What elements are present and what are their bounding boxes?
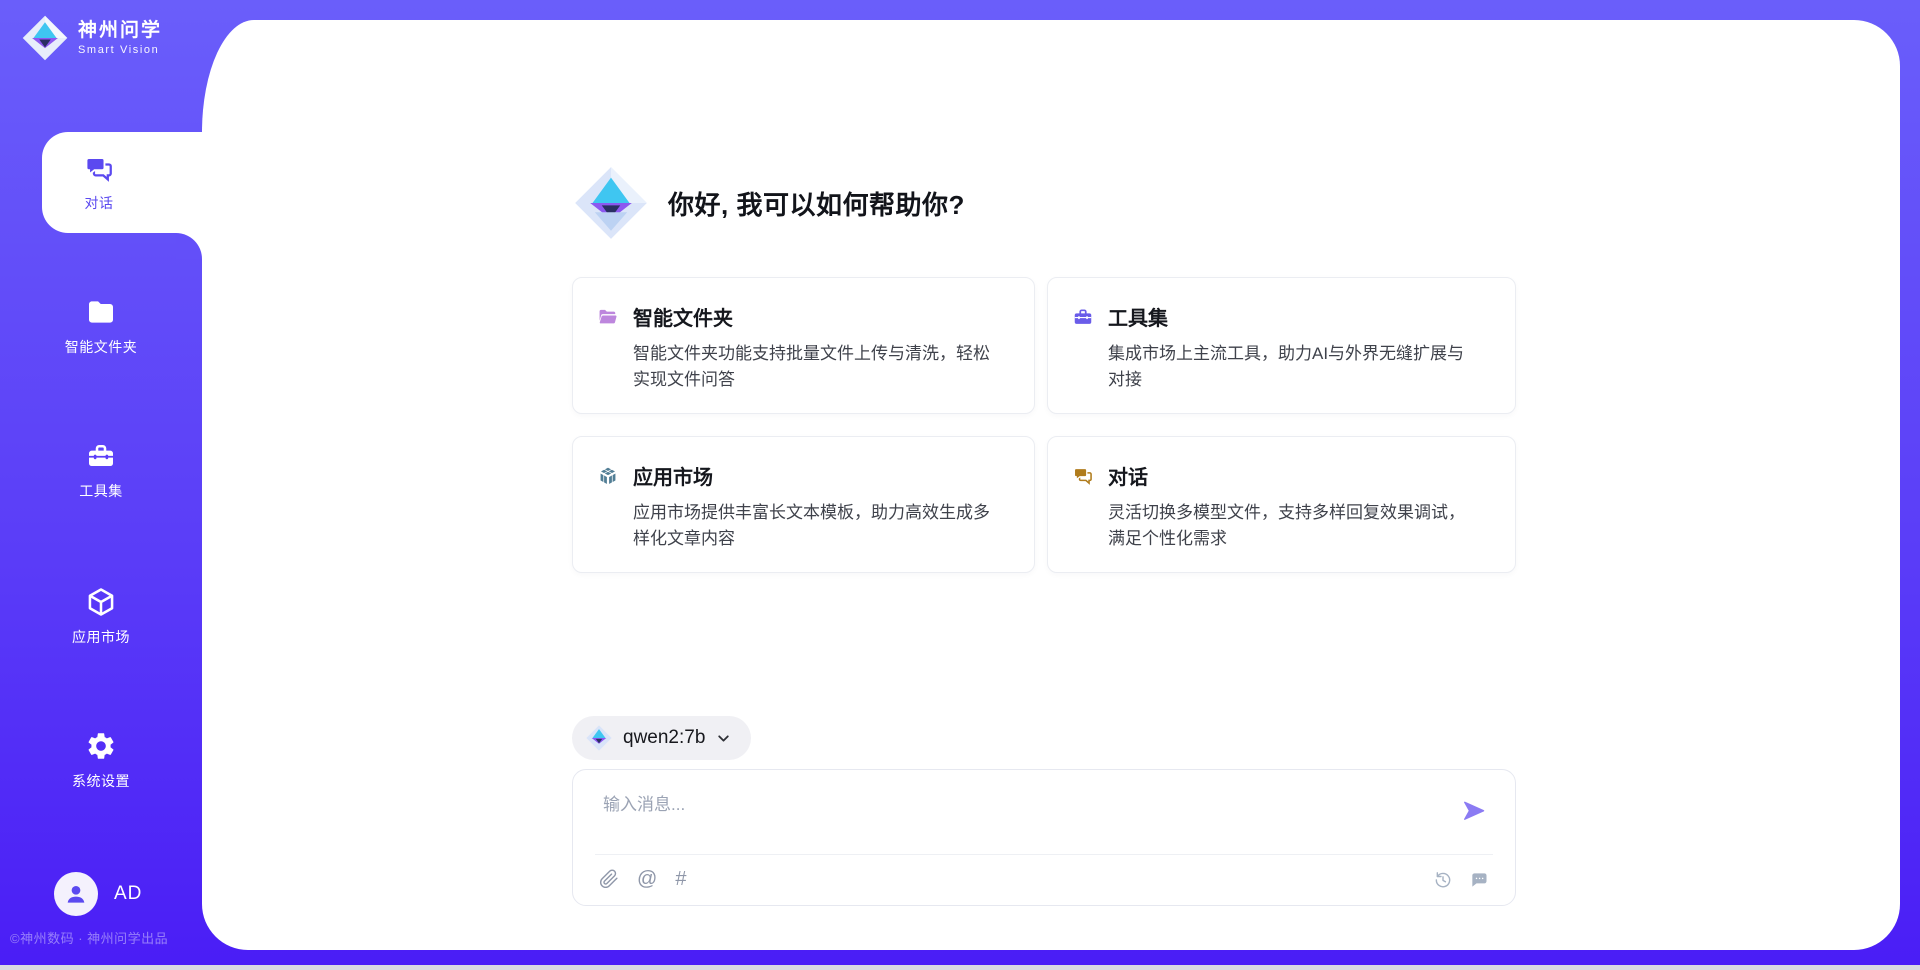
avatar (54, 872, 98, 916)
sidebar-item-smart-folder[interactable]: 智能文件夹 (0, 296, 202, 357)
card-description: 灵活切换多模型文件，支持多样回复效果调试，满足个性化需求 (1108, 500, 1470, 552)
sidebar-item-app-market[interactable]: 应用市场 (0, 586, 202, 647)
message-composer: @ # (572, 769, 1516, 906)
chevron-down-icon (716, 731, 731, 746)
card-description: 集成市场上主流工具，助力AI与外界无缝扩展与对接 (1108, 341, 1470, 393)
history-button[interactable] (1433, 870, 1453, 890)
cube-icon (85, 586, 117, 618)
paperclip-icon (599, 869, 619, 889)
new-chat-button[interactable] (1469, 870, 1489, 890)
card-description: 应用市场提供丰富长文本模板，助力高效生成多样化文章内容 (633, 500, 995, 552)
chat-icon (83, 153, 115, 185)
at-icon: @ (637, 868, 657, 890)
brand-subtitle: Smart Vision (78, 44, 162, 56)
folder-open-icon (597, 306, 619, 328)
brand-name: 神州问学 (78, 20, 162, 42)
tab-curve-fillet (176, 233, 202, 259)
app-background: 神州问学 Smart Vision 对话 智能文件夹 (0, 0, 1920, 970)
composer-right-tools (1433, 870, 1489, 890)
main-panel: 你好, 我可以如何帮助你? 智能文件夹 智能文件夹功能支持批量文件上传与清洗，轻… (202, 20, 1900, 950)
greeting: 你好, 我可以如何帮助你? (574, 166, 965, 240)
card-title: 工具集 (1108, 302, 1168, 331)
model-diamond-icon (586, 725, 612, 751)
copyright-footer: ©神州数码 · 神州问学出品 (10, 928, 168, 947)
toolbox-icon (1072, 306, 1094, 328)
card-description: 智能文件夹功能支持批量文件上传与清洗，轻松实现文件问答 (633, 341, 995, 393)
card-toolset[interactable]: 工具集 集成市场上主流工具，助力AI与外界无缝扩展与对接 (1047, 277, 1516, 414)
composer-tools: @ # (599, 868, 686, 890)
window-bottom-edge (0, 965, 1920, 970)
card-title: 对话 (1108, 461, 1148, 490)
message-input[interactable] (601, 788, 1405, 848)
card-title: 应用市场 (633, 461, 713, 490)
sidebar-item-label: 智能文件夹 (65, 337, 138, 357)
user-profile[interactable]: AD (54, 872, 142, 916)
toolbox-icon (85, 440, 117, 472)
assistant-diamond-icon (574, 166, 648, 240)
chat-bubble-icon (1469, 870, 1489, 890)
sidebar-item-settings[interactable]: 系统设置 (0, 730, 202, 791)
cube-grid-icon (597, 465, 619, 487)
send-button[interactable] (1459, 796, 1489, 826)
person-icon (63, 881, 89, 907)
history-icon (1433, 870, 1453, 890)
sidebar-item-label: 工具集 (79, 481, 123, 501)
attach-file-button[interactable] (599, 869, 619, 889)
card-chat[interactable]: 对话 灵活切换多模型文件，支持多样回复效果调试，满足个性化需求 (1047, 436, 1516, 573)
sidebar: 神州问学 Smart Vision 对话 智能文件夹 (0, 0, 202, 970)
sidebar-item-label: 对话 (85, 193, 114, 213)
send-icon (1459, 796, 1489, 826)
model-name: qwen2:7b (623, 727, 705, 749)
gear-icon (85, 730, 117, 762)
folder-icon (85, 296, 117, 328)
page-title: 你好, 我可以如何帮助你? (668, 185, 965, 222)
mention-button[interactable]: @ (637, 868, 657, 890)
feature-cards: 智能文件夹 智能文件夹功能支持批量文件上传与清洗，轻松实现文件问答 工具集 集成… (572, 277, 1516, 573)
model-selector[interactable]: qwen2:7b (572, 716, 751, 760)
brand-diamond-icon (22, 15, 68, 61)
card-app-market[interactable]: 应用市场 应用市场提供丰富长文本模板，助力高效生成多样化文章内容 (572, 436, 1035, 573)
user-initials: AD (114, 883, 142, 905)
sidebar-item-label: 应用市场 (72, 627, 130, 647)
card-title: 智能文件夹 (633, 302, 733, 331)
hash-icon: # (675, 868, 686, 890)
chat-icon (1072, 465, 1094, 487)
composer-divider (595, 854, 1493, 855)
brand-logo: 神州问学 Smart Vision (22, 15, 162, 61)
topic-button[interactable]: # (675, 868, 686, 890)
sidebar-item-toolset[interactable]: 工具集 (0, 440, 202, 501)
sidebar-item-chat[interactable]: 对话 (42, 132, 204, 233)
sidebar-item-label: 系统设置 (72, 771, 130, 791)
card-smart-folder[interactable]: 智能文件夹 智能文件夹功能支持批量文件上传与清洗，轻松实现文件问答 (572, 277, 1035, 414)
